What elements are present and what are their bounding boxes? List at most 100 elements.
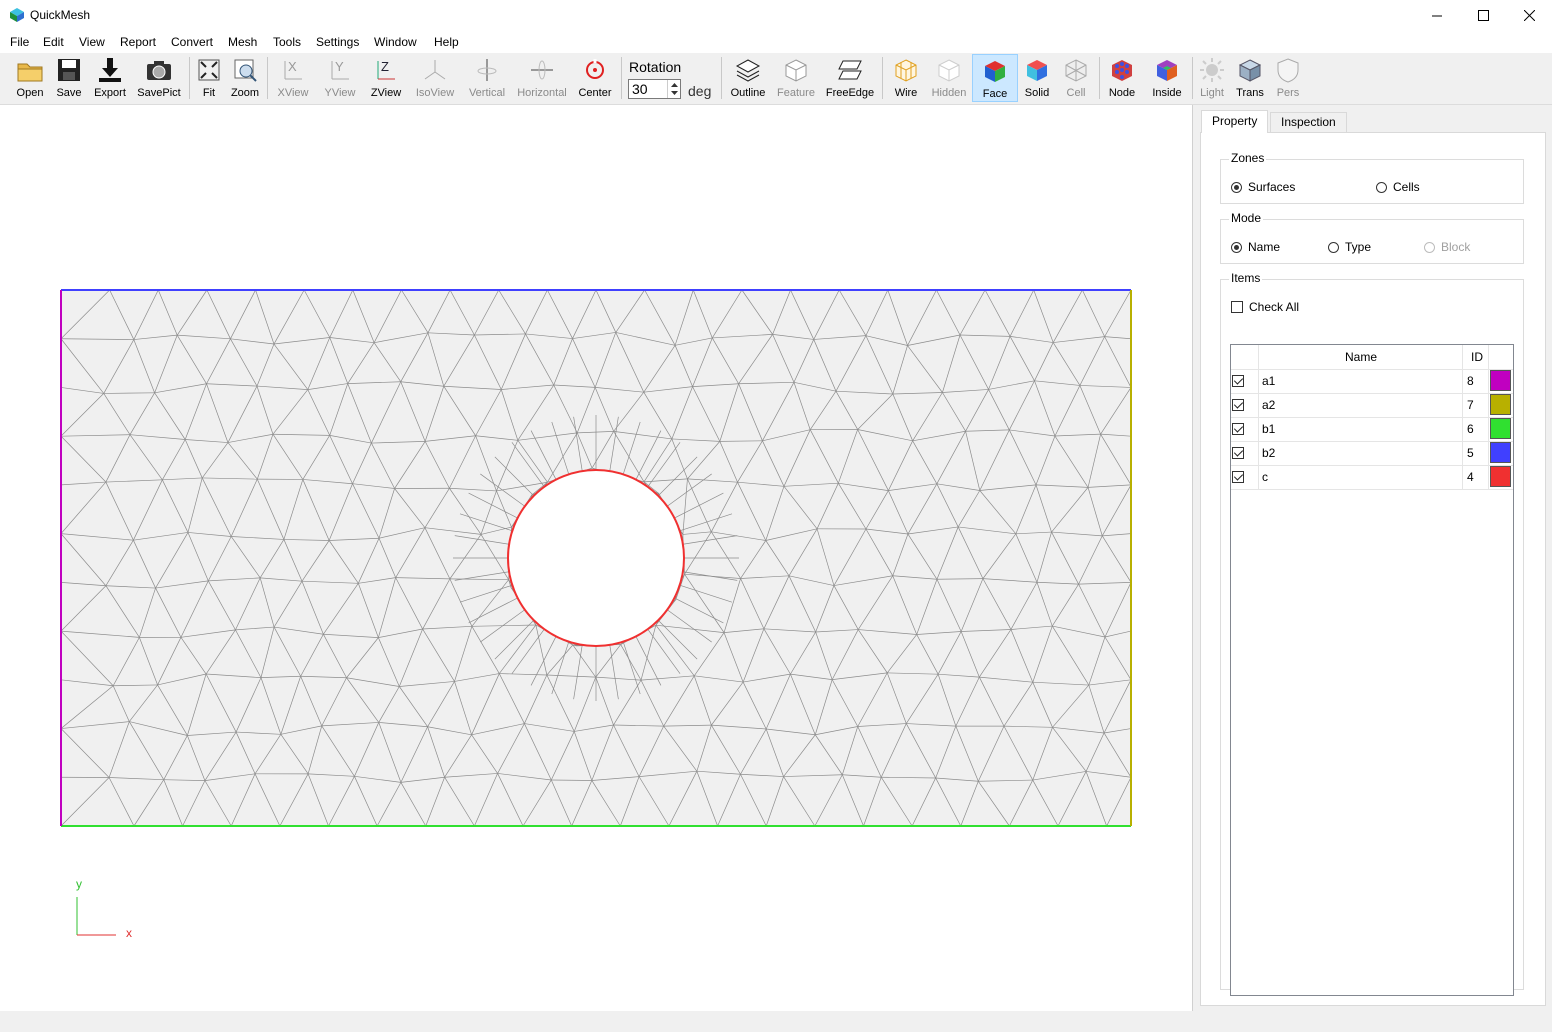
row-checkbox[interactable] xyxy=(1232,447,1244,459)
row-color-swatch[interactable] xyxy=(1490,370,1511,391)
table-row[interactable]: b2 5 xyxy=(1231,441,1513,466)
y-axis-view-icon: Y xyxy=(331,59,349,80)
check-all[interactable]: Check All xyxy=(1231,300,1299,314)
zoom-magnifier-icon xyxy=(234,59,257,82)
light-sun-icon xyxy=(1200,58,1224,82)
open-button[interactable]: Open xyxy=(8,54,52,102)
solid-button[interactable]: Solid xyxy=(1020,54,1054,102)
row-color-swatch[interactable] xyxy=(1490,442,1511,463)
menu-settings[interactable]: Settings xyxy=(316,35,359,49)
row-color-swatch[interactable] xyxy=(1490,466,1511,487)
free-edge-icon xyxy=(838,60,862,80)
yview-button[interactable]: Y YView xyxy=(318,54,362,102)
trans-button[interactable]: Trans xyxy=(1232,54,1268,102)
radio-type-label: Type xyxy=(1345,240,1372,254)
menu-edit[interactable]: Edit xyxy=(43,35,64,49)
rotation-spinner[interactable] xyxy=(667,80,681,98)
row-checkbox[interactable] xyxy=(1232,399,1244,411)
vertical-button[interactable]: Vertical xyxy=(464,54,510,102)
items-title: Items xyxy=(1229,271,1263,285)
table-row[interactable]: b1 6 xyxy=(1231,417,1513,442)
close-button[interactable] xyxy=(1506,0,1552,31)
menu-convert[interactable]: Convert xyxy=(171,35,213,49)
title-bar: QuickMesh xyxy=(0,0,1552,31)
row-id: 4 xyxy=(1467,470,1474,484)
header-name[interactable]: Name xyxy=(1345,350,1377,364)
transparent-cube-icon xyxy=(1238,59,1262,82)
radio-cells-indicator[interactable] xyxy=(1376,181,1387,193)
radio-type-indicator[interactable] xyxy=(1328,241,1339,253)
inside-button[interactable]: Inside xyxy=(1146,54,1188,102)
menu-file[interactable]: File xyxy=(10,35,29,49)
isometric-view-icon xyxy=(424,60,446,80)
xview-button[interactable]: X XView xyxy=(272,54,314,102)
row-name: c xyxy=(1262,470,1268,484)
tab-inspection[interactable]: Inspection xyxy=(1270,112,1347,132)
export-button[interactable]: Export xyxy=(90,54,130,102)
zoom-button[interactable]: Zoom xyxy=(228,54,262,102)
status-bar xyxy=(0,1012,1552,1032)
radio-name[interactable]: Name xyxy=(1231,240,1280,254)
window-title: QuickMesh xyxy=(30,8,91,22)
row-color-swatch[interactable] xyxy=(1490,394,1511,415)
menu-help[interactable]: Help xyxy=(434,35,459,49)
row-name: a1 xyxy=(1262,374,1276,388)
face-button[interactable]: Face xyxy=(972,54,1018,102)
menu-window[interactable]: Window xyxy=(374,35,417,49)
hole-boundary-c xyxy=(507,469,685,647)
radio-cells[interactable]: Cells xyxy=(1376,180,1420,194)
toolbar-separator xyxy=(267,57,268,99)
menu-mesh[interactable]: Mesh xyxy=(228,35,257,49)
wire-button[interactable]: Wire xyxy=(887,54,925,102)
header-id[interactable]: ID xyxy=(1471,350,1483,364)
light-button[interactable]: Light xyxy=(1196,54,1228,102)
minimize-button[interactable] xyxy=(1414,0,1460,31)
rotation-label: Rotation xyxy=(629,59,682,75)
menu-view[interactable]: View xyxy=(79,35,105,49)
radio-block-indicator[interactable] xyxy=(1424,241,1435,253)
outline-layers-icon xyxy=(735,59,761,82)
menu-bar: File Edit View Report Convert Mesh Tools… xyxy=(0,31,1552,53)
maximize-button[interactable] xyxy=(1460,0,1506,31)
table-row[interactable]: c4 xyxy=(1231,465,1513,490)
row-color-swatch[interactable] xyxy=(1490,418,1511,439)
feature-button[interactable]: Feature xyxy=(774,54,818,102)
outline-button[interactable]: Outline xyxy=(726,54,770,102)
row-checkbox[interactable] xyxy=(1232,375,1244,387)
menu-report[interactable]: Report xyxy=(120,35,156,49)
menu-tools[interactable]: Tools xyxy=(273,35,301,49)
zview-button[interactable]: Z ZView xyxy=(366,54,406,102)
fit-button[interactable]: Fit xyxy=(194,54,224,102)
row-checkbox[interactable] xyxy=(1232,471,1244,483)
save-button[interactable]: Save xyxy=(50,54,88,102)
radio-type[interactable]: Type xyxy=(1328,240,1371,254)
row-id: 7 xyxy=(1467,398,1474,412)
tab-property[interactable]: Property xyxy=(1201,110,1269,133)
pers-button[interactable]: Pers xyxy=(1272,54,1304,102)
cell-button[interactable]: Cell xyxy=(1058,54,1094,102)
freeedge-button[interactable]: FreeEdge xyxy=(824,54,876,102)
center-button[interactable]: Center xyxy=(574,54,616,102)
row-checkbox[interactable] xyxy=(1232,423,1244,435)
radio-block[interactable]: Block xyxy=(1424,240,1470,254)
wireframe-cube-icon xyxy=(895,59,917,82)
mesh-canvas[interactable]: y x xyxy=(0,105,1192,1011)
hidden-button[interactable]: Hidden xyxy=(929,54,969,102)
z-axis-view-icon: Z xyxy=(377,59,395,80)
radio-surfaces[interactable]: Surfaces xyxy=(1231,180,1295,194)
node-button[interactable]: Node xyxy=(1104,54,1140,102)
check-all-box[interactable] xyxy=(1231,301,1243,313)
isoview-button[interactable]: IsoView xyxy=(412,54,458,102)
mesh-viewport[interactable]: y x xyxy=(0,105,1193,1011)
table-row[interactable]: a1 8 xyxy=(1231,369,1513,394)
toolbar-separator xyxy=(882,57,883,99)
rotation-unit: deg xyxy=(688,83,712,99)
savepict-button[interactable]: SavePict xyxy=(134,54,184,102)
horizontal-rotate-icon xyxy=(531,60,553,80)
camera-icon xyxy=(147,61,171,80)
table-row[interactable]: a2 7 xyxy=(1231,393,1513,418)
target-center-icon xyxy=(586,59,604,79)
horizontal-button[interactable]: Horizontal xyxy=(514,54,570,102)
radio-name-indicator[interactable] xyxy=(1231,241,1242,253)
radio-surfaces-indicator[interactable] xyxy=(1231,181,1242,193)
